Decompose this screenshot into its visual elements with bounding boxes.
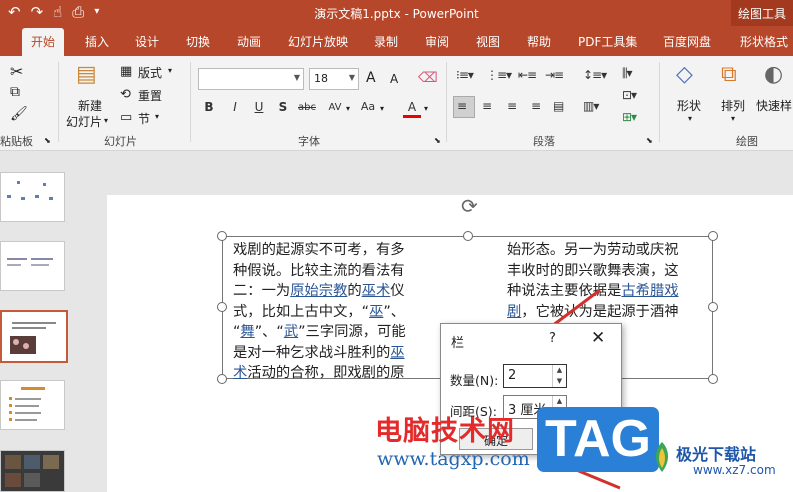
watermark-url: www.tagxp.com [377, 448, 530, 470]
spinner-arrows[interactable]: ▲▼ [552, 365, 566, 387]
watermark-site-name: 极光下载站 [676, 445, 757, 464]
column-count-label: 数量(N): [450, 373, 499, 388]
watermark-tag-logo: TAG [537, 407, 659, 472]
close-icon[interactable]: ✕ [591, 328, 605, 348]
column-count-value: 2 [508, 368, 517, 383]
xz7-logo-icon [656, 442, 668, 472]
column-count-input[interactable]: 2 ▲ ▼ [503, 364, 567, 388]
dialog-title: 栏 [451, 336, 465, 351]
watermark-site-url: www.xz7.com [693, 463, 776, 477]
help-button[interactable]: ? [549, 331, 556, 346]
watermark-text: 电脑技术网 [375, 416, 515, 447]
